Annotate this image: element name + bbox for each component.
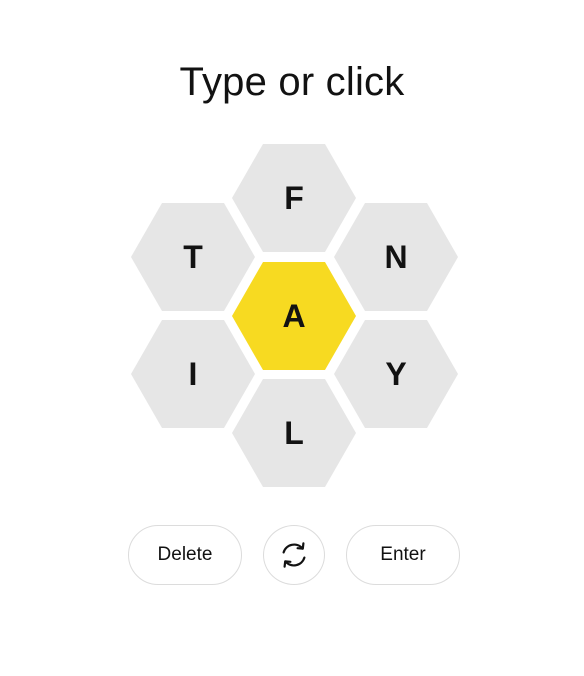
enter-button[interactable]: Enter [346, 525, 460, 585]
hive-center-shape[interactable] [232, 262, 356, 370]
hive-cell-lower-left[interactable]: I [131, 320, 255, 428]
hive-cell-upper-right[interactable]: N [334, 203, 458, 311]
shuffle-icon [282, 542, 306, 568]
shuffle-button[interactable] [263, 525, 325, 585]
hive-cell-bottom[interactable]: L [232, 379, 356, 487]
hive-cell-shape[interactable] [232, 379, 356, 487]
hive-cell-lower-right[interactable]: Y [334, 320, 458, 428]
hive-cell-shape[interactable] [334, 320, 458, 428]
hive-cell-shape[interactable] [334, 203, 458, 311]
hive-cell-center[interactable]: A [232, 262, 356, 370]
hive-cell-shape[interactable] [131, 203, 255, 311]
hive-cell-shape[interactable] [131, 320, 255, 428]
hive-cell-top[interactable]: F [232, 144, 356, 252]
delete-button[interactable]: Delete [128, 525, 242, 585]
hive-cell-shape[interactable] [232, 144, 356, 252]
hive-cell-upper-left[interactable]: T [131, 203, 255, 311]
